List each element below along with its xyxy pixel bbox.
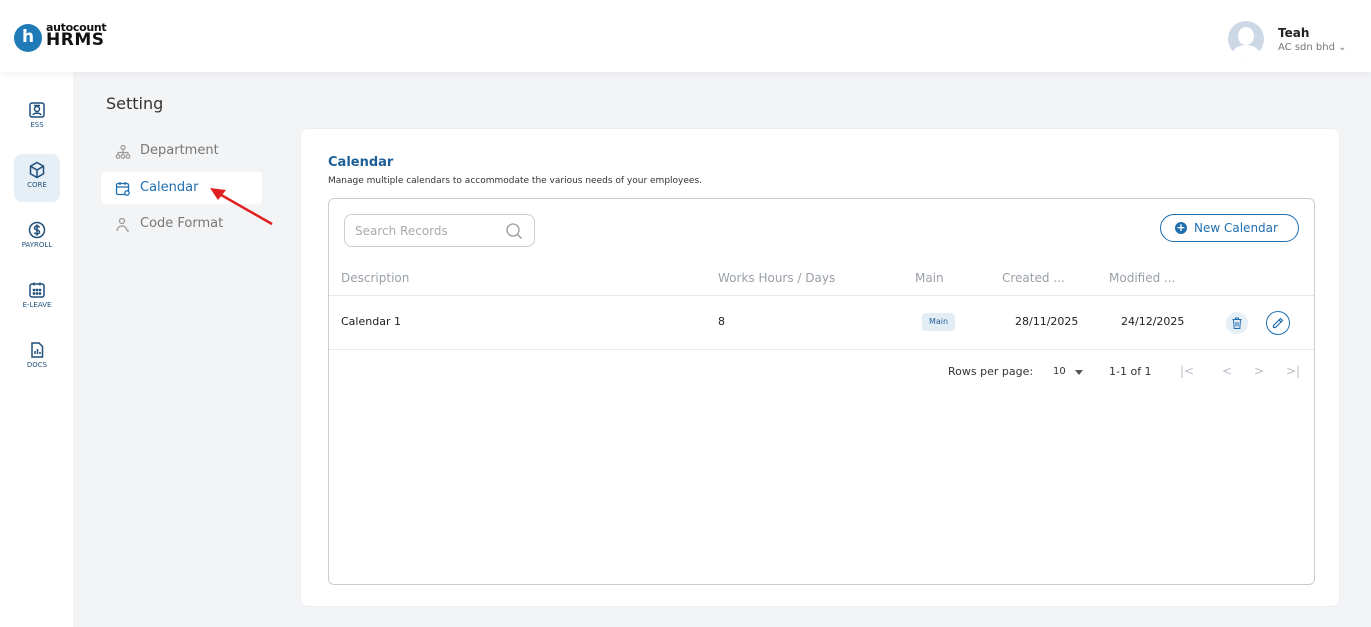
rail-label-core: CORE <box>27 181 47 189</box>
cell-modified: 24/12/2025 <box>1121 315 1185 328</box>
payroll-icon <box>28 221 46 239</box>
rail-label-docs: DOCS <box>26 361 48 369</box>
pencil-icon <box>1272 317 1284 329</box>
rail-item-docs[interactable]: DOCS <box>14 334 60 382</box>
page-description: Manage multiple calendars to accommodate… <box>328 176 702 186</box>
rail-label-eleave: E-LEAVE <box>22 301 52 309</box>
cell-created: 28/11/2025 <box>1015 315 1079 328</box>
rows-per-page-label: Rows per page: <box>948 365 1034 378</box>
calendar-table-panel: Search Records + New Calendar Descriptio… <box>328 198 1315 585</box>
row-divider <box>329 349 1314 350</box>
logo-big-text: HRMS <box>46 30 105 50</box>
cell-hours: 8 <box>718 315 725 328</box>
next-page-button[interactable]: > <box>1254 364 1264 378</box>
dropdown-caret-icon[interactable] <box>1074 370 1084 376</box>
ess-icon <box>29 102 45 118</box>
code-format-icon <box>116 217 129 232</box>
top-header: h autocount HRMS Teah AC sdn bhd ⌄ <box>0 0 1371 72</box>
new-calendar-button[interactable]: + New Calendar <box>1160 214 1299 242</box>
module-rail: ESS CORE PAYROLL E-LEAVE DOCS <box>0 72 73 627</box>
rows-per-page-select[interactable]: 10 <box>1053 366 1066 377</box>
rail-item-core[interactable]: CORE <box>14 154 60 202</box>
prev-page-button[interactable]: < <box>1222 364 1232 378</box>
company-selector[interactable]: AC sdn bhd ⌄ <box>1278 42 1347 53</box>
calendar-icon <box>115 182 130 196</box>
department-icon <box>115 144 131 159</box>
rail-item-ess[interactable]: ESS <box>14 94 60 142</box>
avatar[interactable] <box>1228 21 1264 57</box>
edit-button[interactable] <box>1266 311 1290 335</box>
new-calendar-label: New Calendar <box>1194 221 1278 235</box>
core-icon <box>29 161 45 179</box>
setting-nav-label: Department <box>140 143 219 158</box>
page-title: Calendar <box>328 155 394 170</box>
plus-circle-icon: + <box>1175 221 1187 234</box>
column-header-created[interactable]: Created ... <box>1002 271 1065 285</box>
column-header-modified[interactable]: Modified ... <box>1109 271 1175 285</box>
annotation-arrow-icon <box>210 188 273 226</box>
pagination-range: 1-1 of 1 <box>1109 365 1152 378</box>
delete-button[interactable] <box>1226 312 1248 334</box>
setting-nav-department[interactable]: Department <box>101 135 262 167</box>
eleave-icon <box>29 282 45 298</box>
setting-nav-label: Calendar <box>140 180 199 195</box>
column-header-description[interactable]: Description <box>341 271 409 285</box>
rail-label-ess: ESS <box>30 121 44 129</box>
cell-description: Calendar 1 <box>341 315 401 328</box>
rail-label-payroll: PAYROLL <box>21 241 53 249</box>
search-icon <box>506 223 522 239</box>
docs-icon <box>31 342 44 358</box>
search-input[interactable]: Search Records <box>344 214 535 247</box>
user-name[interactable]: Teah <box>1278 26 1309 40</box>
calendar-card: Calendar Manage multiple calendars to ac… <box>300 128 1340 607</box>
column-header-main[interactable]: Main <box>915 271 944 285</box>
rail-item-payroll[interactable]: PAYROLL <box>14 214 60 262</box>
main-badge: Main <box>922 313 955 331</box>
trash-icon <box>1232 317 1242 329</box>
header-divider <box>329 295 1314 296</box>
search-placeholder: Search Records <box>355 224 448 238</box>
last-page-button[interactable]: >| <box>1286 364 1300 378</box>
logo-icon[interactable]: h <box>14 24 42 52</box>
setting-title: Setting <box>106 94 164 113</box>
column-header-works-hours[interactable]: Works Hours / Days <box>718 271 835 285</box>
first-page-button[interactable]: |< <box>1180 364 1194 378</box>
rail-item-eleave[interactable]: E-LEAVE <box>14 274 60 322</box>
